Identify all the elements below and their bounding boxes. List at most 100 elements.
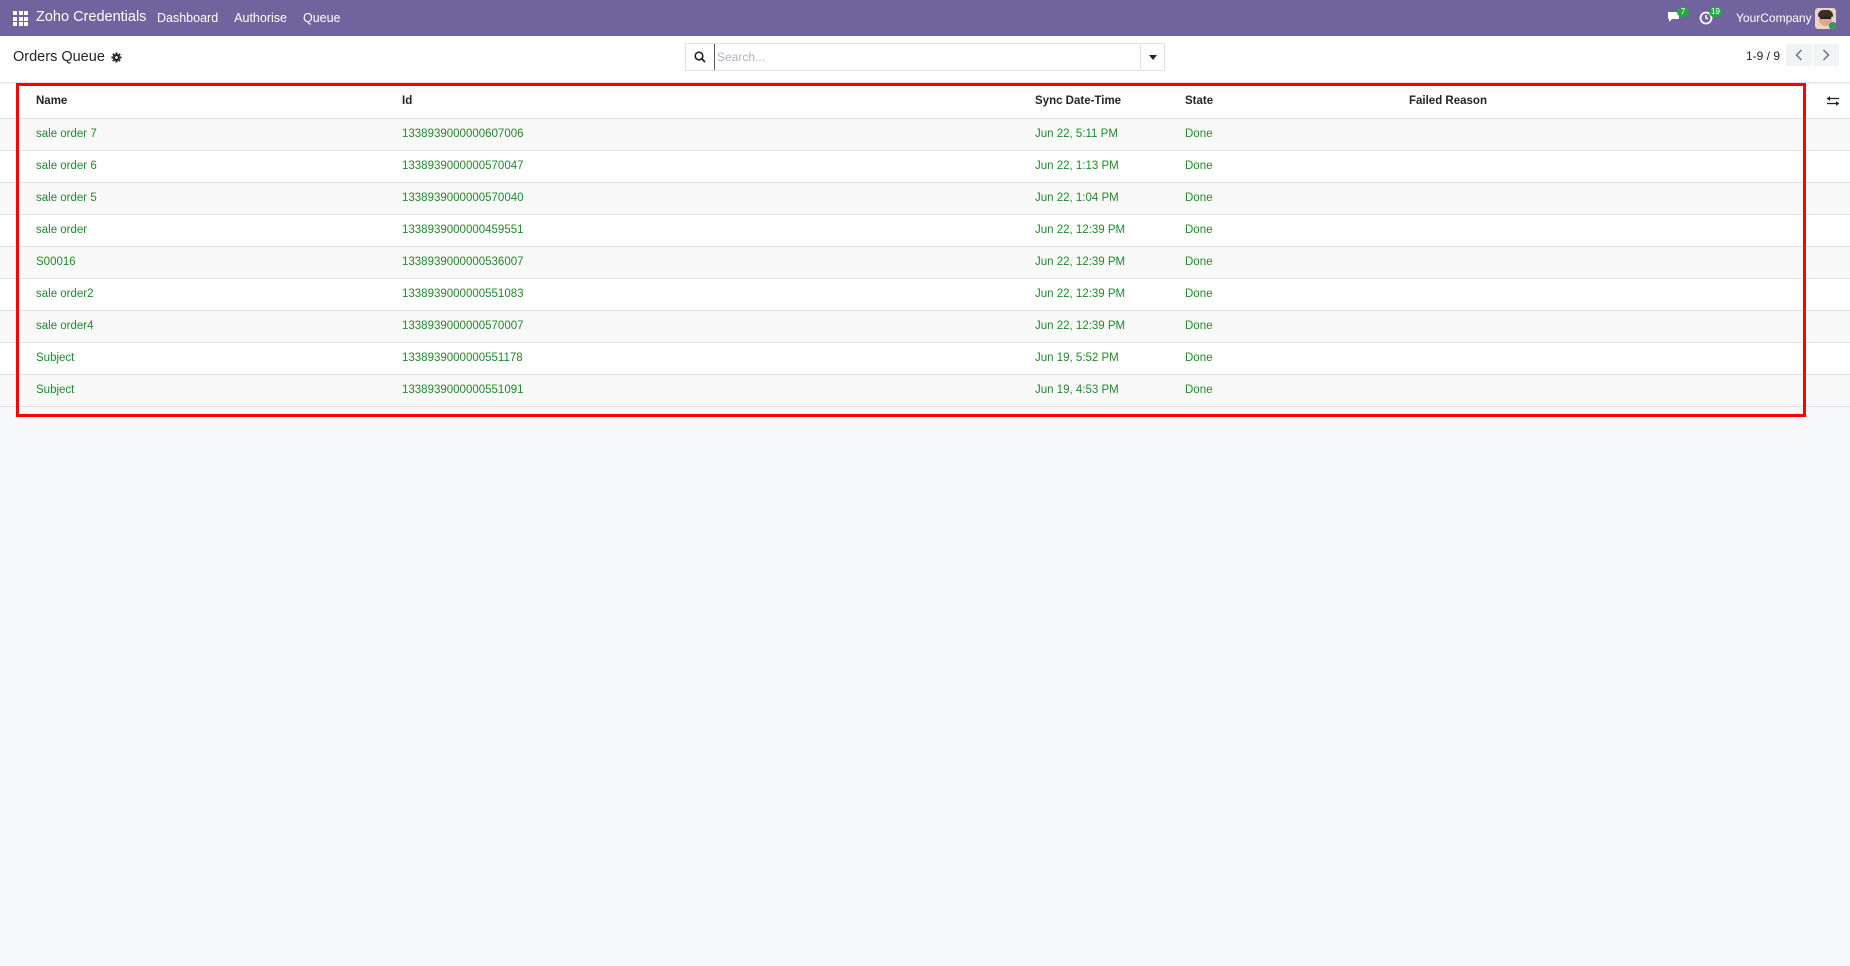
row-select-checkbox[interactable] (0, 246, 36, 279)
cell-state: Done (1185, 214, 1409, 247)
search-options-toggle[interactable] (1140, 44, 1164, 70)
column-header-sync-date-time[interactable]: Sync Date-Time (1035, 84, 1185, 119)
messages-button[interactable]: 7 (1665, 7, 1689, 28)
row-select-checkbox[interactable] (0, 342, 36, 375)
column-header-name[interactable]: Name (36, 84, 402, 119)
cell-name: sale order4 (36, 310, 402, 343)
orders-table: Name Id Sync Date-Time State Failed Reas… (0, 84, 1850, 407)
cell-id: 1338939000000607006 (402, 118, 1035, 151)
row-select-checkbox[interactable] (0, 118, 36, 151)
column-header-id[interactable]: Id (402, 84, 1035, 119)
user-avatar[interactable] (1815, 8, 1836, 29)
pager-next-button[interactable] (1813, 44, 1839, 66)
cell-sync-date-time: Jun 22, 12:39 PM (1035, 310, 1185, 343)
cell-name: sale order 7 (36, 118, 402, 151)
select-all-cell[interactable] (0, 84, 36, 119)
cell-failed-reason (1409, 118, 1815, 151)
cell-id: 1338939000000551083 (402, 278, 1035, 311)
cell-options (1815, 150, 1850, 183)
search-bar (685, 43, 1165, 71)
cell-id: 1338939000000551091 (402, 374, 1035, 407)
optional-columns-toggle[interactable] (1815, 84, 1850, 119)
messages-count-badge: 7 (1677, 7, 1689, 17)
cell-failed-reason (1409, 182, 1815, 215)
table-row[interactable]: S00016 1338939000000536007 Jun 22, 12:39… (0, 246, 1850, 279)
chevron-right-icon (1822, 49, 1830, 61)
cell-failed-reason (1409, 278, 1815, 311)
table-row[interactable]: sale order 5 1338939000000570040 Jun 22,… (0, 182, 1850, 215)
table-row[interactable]: Subject 1338939000000551091 Jun 19, 4:53… (0, 374, 1850, 407)
activities-button[interactable]: 19 (1697, 7, 1722, 28)
apps-menu-icon[interactable] (13, 11, 28, 26)
cell-name: S00016 (36, 246, 402, 279)
cell-sync-date-time: Jun 22, 12:39 PM (1035, 246, 1185, 279)
table-row[interactable]: sale order4 1338939000000570007 Jun 22, … (0, 310, 1850, 343)
activities-count-badge: 19 (1709, 7, 1722, 17)
menu-item-dashboard[interactable]: Dashboard (157, 11, 218, 25)
cell-sync-date-time: Jun 22, 12:39 PM (1035, 214, 1185, 247)
cell-failed-reason (1409, 214, 1815, 247)
cell-failed-reason (1409, 342, 1815, 375)
row-select-checkbox[interactable] (0, 310, 36, 343)
cell-id: 1338939000000570047 (402, 150, 1035, 183)
cell-state: Done (1185, 246, 1409, 279)
cell-sync-date-time: Jun 19, 4:53 PM (1035, 374, 1185, 407)
page-title: Orders Queue (13, 49, 105, 65)
column-header-failed-reason[interactable]: Failed Reason (1409, 84, 1815, 119)
menu-item-authorise[interactable]: Authorise (234, 11, 287, 25)
cell-state: Done (1185, 278, 1409, 311)
cell-options (1815, 118, 1850, 151)
control-panel: Orders Queue 1-9 / 9 (0, 36, 1850, 83)
cell-id: 1338939000000551178 (402, 342, 1035, 375)
table-row[interactable]: sale order 7 1338939000000607006 Jun 22,… (0, 118, 1850, 151)
cell-state: Done (1185, 374, 1409, 407)
cell-sync-date-time: Jun 22, 5:11 PM (1035, 118, 1185, 151)
cell-id: 1338939000000570040 (402, 182, 1035, 215)
chevron-left-icon (1795, 49, 1803, 61)
cell-failed-reason (1409, 246, 1815, 279)
cell-state: Done (1185, 118, 1409, 151)
cell-sync-date-time: Jun 22, 1:04 PM (1035, 182, 1185, 215)
column-header-state[interactable]: State (1185, 84, 1409, 119)
cell-id: 1338939000000536007 (402, 246, 1035, 279)
cell-options (1815, 182, 1850, 215)
company-switcher[interactable]: YourCompany (1736, 11, 1812, 25)
table-row[interactable]: Subject 1338939000000551178 Jun 19, 5:52… (0, 342, 1850, 375)
cell-sync-date-time: Jun 22, 1:13 PM (1035, 150, 1185, 183)
row-select-checkbox[interactable] (0, 182, 36, 215)
cell-state: Done (1185, 342, 1409, 375)
search-input[interactable] (714, 44, 1140, 70)
cell-name: sale order 5 (36, 182, 402, 215)
top-navbar: Zoho Credentials Dashboard Authorise Que… (0, 0, 1850, 36)
breadcrumb: Orders Queue (13, 49, 122, 65)
cell-id: 1338939000000570007 (402, 310, 1035, 343)
table-header-row: Name Id Sync Date-Time State Failed Reas… (0, 84, 1850, 119)
gear-icon[interactable] (111, 51, 122, 63)
cell-name: sale order2 (36, 278, 402, 311)
cell-failed-reason (1409, 310, 1815, 343)
sliders-icon (1826, 95, 1839, 106)
app-brand[interactable]: Zoho Credentials (36, 9, 146, 25)
cell-state: Done (1185, 310, 1409, 343)
cell-sync-date-time: Jun 22, 12:39 PM (1035, 278, 1185, 311)
cell-options (1815, 214, 1850, 247)
menu-item-queue[interactable]: Queue (303, 11, 341, 25)
row-select-checkbox[interactable] (0, 150, 36, 183)
table-row[interactable]: sale order2 1338939000000551083 Jun 22, … (0, 278, 1850, 311)
main-menu: Dashboard Authorise Queue (157, 11, 341, 25)
table-row[interactable]: sale order 1338939000000459551 Jun 22, 1… (0, 214, 1850, 247)
cell-state: Done (1185, 182, 1409, 215)
pager-value[interactable]: 1-9 / 9 (1746, 49, 1780, 63)
table-row[interactable]: sale order 6 1338939000000570047 Jun 22,… (0, 150, 1850, 183)
online-status-icon (1829, 22, 1836, 29)
caret-down-icon (1148, 54, 1157, 60)
row-select-checkbox[interactable] (0, 374, 36, 407)
cell-failed-reason (1409, 374, 1815, 407)
row-select-checkbox[interactable] (0, 214, 36, 247)
cell-name: sale order (36, 214, 402, 247)
search-icon (686, 44, 714, 70)
cell-name: Subject (36, 374, 402, 407)
cell-failed-reason (1409, 150, 1815, 183)
pager-previous-button[interactable] (1786, 44, 1812, 66)
row-select-checkbox[interactable] (0, 278, 36, 311)
